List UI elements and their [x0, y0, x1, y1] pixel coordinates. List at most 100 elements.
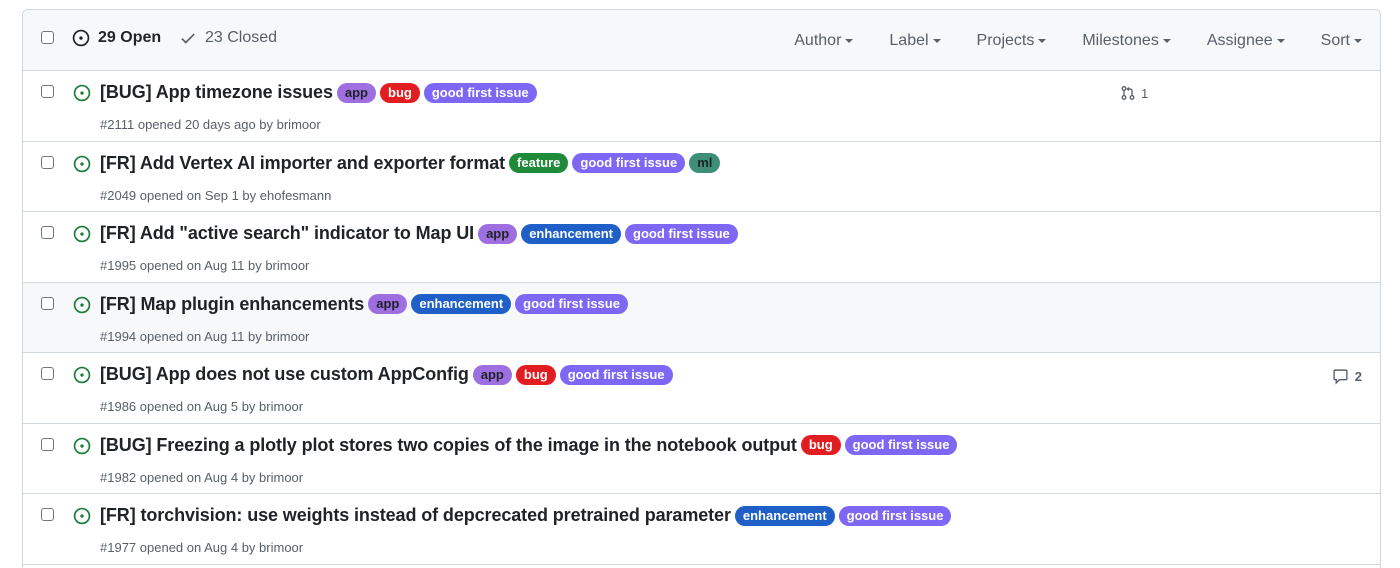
issue-title-line: [BUG] Freezing a plotly plot stores two …: [100, 435, 961, 456]
sort-filter-label: Sort: [1320, 31, 1350, 49]
issue-number: #1995: [100, 258, 137, 273]
issue-meta: #2049 opened on Sep 1 by ehofesmann: [100, 188, 331, 203]
issue-label[interactable]: app: [472, 364, 512, 385]
issue-label[interactable]: good first issue: [515, 294, 628, 314]
issue-checkbox[interactable]: [41, 226, 54, 239]
issue-label[interactable]: good first issue: [625, 223, 738, 244]
issue-title-line: [FR] Add "active search" indicator to Ma…: [100, 223, 742, 244]
issue-open-icon: [73, 366, 91, 384]
comment-count: 2: [1354, 369, 1362, 384]
issue-title-link[interactable]: [FR] torchvision: use weights instead of…: [100, 505, 731, 526]
issue-row[interactable]: [FR] Map plugin enhancements app enhancem…: [23, 282, 1380, 353]
issue-opened-text: opened on Aug 4 by: [136, 540, 260, 555]
issue-label[interactable]: good first issue: [572, 153, 686, 173]
issue-label[interactable]: app: [336, 82, 376, 103]
issue-author-link[interactable]: brimoor: [277, 117, 321, 132]
issue-number: #1994: [100, 328, 137, 344]
issue-label[interactable]: good first issue: [844, 435, 958, 455]
closed-count: 23 Closed: [205, 29, 278, 46]
issue-title-line: [BUG] App timezone issues app bug good fir…: [100, 82, 541, 103]
author-filter-label: Author: [794, 31, 842, 49]
filter-bar: Author Label Projects Milestones Assigne…: [794, 10, 1380, 71]
author-filter[interactable]: Author: [794, 31, 854, 50]
comments-link[interactable]: 2: [1332, 368, 1362, 385]
issue-label[interactable]: enhancement: [521, 223, 621, 244]
issue-open-icon: [73, 155, 91, 172]
issue-opened-text: opened on Aug 4 by: [136, 469, 260, 485]
closed-issues-tab[interactable]: 23 Closed: [179, 29, 277, 47]
issues-list-header: 29 Open 23 Closed Author Label Projects …: [23, 10, 1380, 71]
issue-checkbox[interactable]: [41, 155, 54, 169]
issue-opened-text: opened on Sep 1 by: [136, 187, 260, 203]
open-issues-tab[interactable]: 29 Open: [72, 29, 161, 47]
issue-meta: #2111 opened 20 days ago by brimoor: [100, 117, 321, 132]
select-all-checkbox[interactable]: [41, 31, 54, 44]
issue-meta: #1977 opened on Aug 4 by brimoor: [100, 540, 303, 555]
issue-author-link[interactable]: brimoor: [259, 470, 303, 485]
issue-label[interactable]: bug: [380, 82, 420, 103]
issue-label[interactable]: app: [478, 223, 518, 244]
issue-title-line: [FR] Map plugin enhancements app enhancem…: [100, 294, 632, 315]
issue-row[interactable]: [BUG] App does not use custom AppConfig …: [23, 353, 1380, 424]
issue-title-link[interactable]: [BUG] Freezing a plotly plot stores two …: [100, 435, 797, 456]
issue-title-link[interactable]: [FR] Add Vertex AI importer and exporter…: [100, 153, 505, 174]
issue-author-link[interactable]: brimoor: [265, 329, 309, 344]
issue-number: #1986: [100, 399, 137, 414]
issue-title-link[interactable]: [BUG] App timezone issues: [100, 82, 333, 103]
issues-list: 29 Open 23 Closed Author Label Projects …: [22, 9, 1381, 568]
issue-opened-text: opened on Aug 11 by: [136, 258, 266, 273]
issue-open-icon: [73, 437, 91, 454]
issue-label[interactable]: good first issue: [559, 364, 673, 385]
issue-title-line: [FR] torchvision: use weights instead of…: [100, 505, 955, 526]
milestones-filter[interactable]: Milestones: [1082, 32, 1171, 50]
issue-row[interactable]: [FR] Add Vertex AI importer and exporter…: [23, 141, 1380, 212]
issue-meta: #1994 opened on Aug 11 by brimoor: [100, 329, 309, 344]
issue-open-icon: [73, 296, 91, 313]
issue-title-line: [BUG] App does not use custom AppConfig …: [100, 364, 677, 385]
issue-open-icon: [72, 29, 90, 47]
issue-number: #1982: [100, 469, 137, 485]
issue-label[interactable]: app: [368, 294, 408, 314]
issue-author-link[interactable]: brimoor: [259, 540, 303, 555]
issue-row[interactable]: [BUG] Freezing a plotly plot stores two …: [23, 423, 1380, 494]
issue-label[interactable]: enhancement: [734, 505, 835, 526]
issue-title-link[interactable]: [FR] Map plugin enhancements: [100, 294, 364, 315]
caret-down-icon: [1354, 38, 1362, 43]
issue-author-link[interactable]: brimoor: [265, 258, 309, 273]
issue-checkbox[interactable]: [41, 508, 54, 521]
issue-opened-text: opened on Aug 5 by: [136, 399, 260, 414]
issue-label[interactable]: good first issue: [838, 505, 952, 526]
assignee-filter[interactable]: Assignee: [1207, 32, 1285, 50]
git-pull-request-icon: [1121, 86, 1135, 100]
issue-title-link[interactable]: [BUG] App does not use custom AppConfig: [100, 364, 469, 385]
issue-label[interactable]: ml: [689, 153, 721, 173]
projects-filter[interactable]: Projects: [977, 32, 1047, 50]
linked-pull-requests[interactable]: 1: [1120, 85, 1148, 101]
issue-checkbox[interactable]: [41, 437, 54, 451]
issue-checkbox[interactable]: [41, 85, 54, 98]
issue-label[interactable]: enhancement: [411, 294, 512, 314]
issue-row[interactable]: [FR] torchvision: use weights instead of…: [23, 494, 1380, 565]
issue-opened-text: opened on Aug 11 by: [136, 328, 266, 344]
issue-title-link[interactable]: [FR] Add "active search" indicator to Ma…: [100, 223, 474, 244]
issue-label[interactable]: bug: [515, 364, 556, 385]
caret-down-icon: [845, 38, 854, 43]
issue-open-icon: [73, 507, 91, 525]
issue-author-link[interactable]: ehofesmann: [260, 188, 332, 203]
sort-filter[interactable]: Sort: [1321, 32, 1362, 50]
issue-checkbox[interactable]: [41, 296, 54, 310]
issue-author-link[interactable]: brimoor: [259, 399, 303, 414]
comment-icon: [1333, 369, 1348, 385]
issue-meta: #1986 opened on Aug 5 by brimoor: [100, 399, 303, 414]
label-filter[interactable]: Label: [889, 32, 941, 50]
issue-label[interactable]: bug: [800, 435, 841, 455]
issue-row[interactable]: [FR] Add "active search" indicator to Ma…: [23, 212, 1380, 283]
issue-checkbox[interactable]: [41, 367, 54, 380]
issue-label[interactable]: feature: [509, 153, 569, 173]
caret-down-icon: [932, 38, 941, 43]
caret-down-icon: [1276, 38, 1285, 43]
issue-label[interactable]: good first issue: [423, 82, 537, 103]
issue-meta: #1995 opened on Aug 11 by brimoor: [100, 258, 309, 273]
issue-rows: [BUG] App timezone issues app bug good fir…: [23, 71, 1380, 565]
issue-row[interactable]: [BUG] App timezone issues app bug good fir…: [23, 71, 1380, 142]
